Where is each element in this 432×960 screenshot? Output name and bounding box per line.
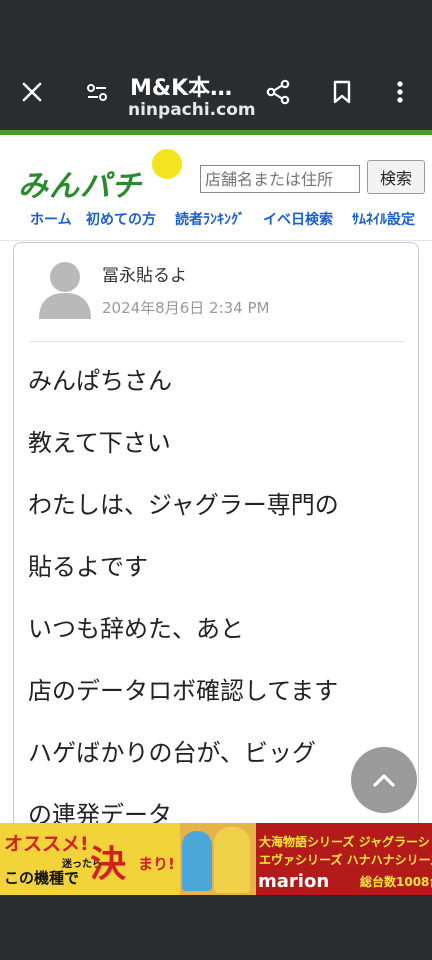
post-body-line: わたしは、ジャグラー専門の	[28, 491, 339, 519]
post-body-line: 教えて下さい	[28, 429, 171, 457]
site-logo[interactable]: みんパチ	[18, 147, 188, 207]
page-url[interactable]: ninpachi.com	[128, 100, 256, 120]
nav-home[interactable]: ホーム	[30, 209, 72, 229]
page-info-button[interactable]	[77, 72, 117, 112]
post-divider	[30, 341, 404, 342]
ad-kishu: この機種で	[4, 869, 80, 887]
scroll-to-top-button[interactable]	[351, 747, 417, 813]
nav-thumbnail-settings[interactable]: ｻﾑﾈｲﾙ設定	[352, 209, 415, 229]
share-icon	[266, 79, 290, 105]
bookmark-icon	[333, 80, 351, 104]
close-tab-button[interactable]	[12, 72, 52, 112]
post-date: 2024年8月6日 2:34 PM	[102, 299, 270, 317]
page-title: M&K本…	[130, 76, 233, 101]
ad-total-machines: 総台数1008台	[360, 875, 432, 889]
search-button[interactable]: 検索	[367, 160, 425, 194]
logo-sun-icon	[152, 149, 182, 179]
ad-series-line-2: エヴァシリーズ ハナハナシリーズ	[259, 853, 432, 867]
browser-toolbar: M&K本… ninpachi.com	[0, 58, 432, 130]
ad-banner[interactable]: オススメ! 迷ったら この機種で 決 まり! 大海物語シリーズ ジャグラーシリー…	[0, 823, 432, 895]
ad-mari: まり!	[138, 855, 175, 873]
ad-brand: marion	[258, 871, 330, 892]
nav-event-search[interactable]: イベ日検索	[263, 209, 333, 229]
close-icon	[22, 82, 42, 102]
more-options-button[interactable]	[380, 72, 420, 112]
chevron-up-icon	[373, 774, 395, 787]
ad-character-2	[214, 827, 250, 893]
post-author[interactable]: 冨永貼るよ	[102, 261, 187, 286]
post-card: 冨永貼るよ 2024年8月6日 2:34 PM みんぱちさん 教えて下さい わた…	[13, 242, 419, 842]
navigation-bar	[0, 895, 432, 960]
share-button[interactable]	[258, 72, 298, 112]
ad-character-1	[182, 831, 212, 891]
ad-osusume: オススメ!	[4, 833, 89, 855]
post-body-line: ハゲばかりの台が、ビッグ	[28, 739, 316, 767]
post-body-line: いつも辞めた、あと	[28, 615, 244, 643]
post-body-line: 店のデータロボ確認してます	[28, 677, 339, 705]
bookmark-button[interactable]	[322, 72, 362, 112]
more-vert-icon	[397, 81, 403, 103]
status-bar	[0, 0, 432, 58]
nav-reader-ranking[interactable]: 読者ﾗﾝｷﾝｸﾞ	[175, 209, 245, 229]
ad-series-line-1: 大海物語シリーズ ジャグラーシリーズ	[259, 835, 432, 849]
ad-ketsu: 決	[90, 844, 127, 885]
site-header: みんパチ 検索 ホーム 初めての方 読者ﾗﾝｷﾝｸﾞ イベ日検索 ｻﾑﾈｲﾙ設定	[0, 135, 432, 241]
post-body-line: みんぱちさん	[28, 367, 172, 395]
avatar-icon	[39, 262, 91, 319]
post-body-line: 貼るよです	[28, 553, 148, 581]
site-nav: ホーム 初めての方 読者ﾗﾝｷﾝｸﾞ イベ日検索 ｻﾑﾈｲﾙ設定	[0, 209, 432, 231]
tune-icon	[87, 84, 107, 101]
nav-beginners[interactable]: 初めての方	[86, 209, 156, 229]
store-search-input[interactable]	[200, 165, 360, 193]
